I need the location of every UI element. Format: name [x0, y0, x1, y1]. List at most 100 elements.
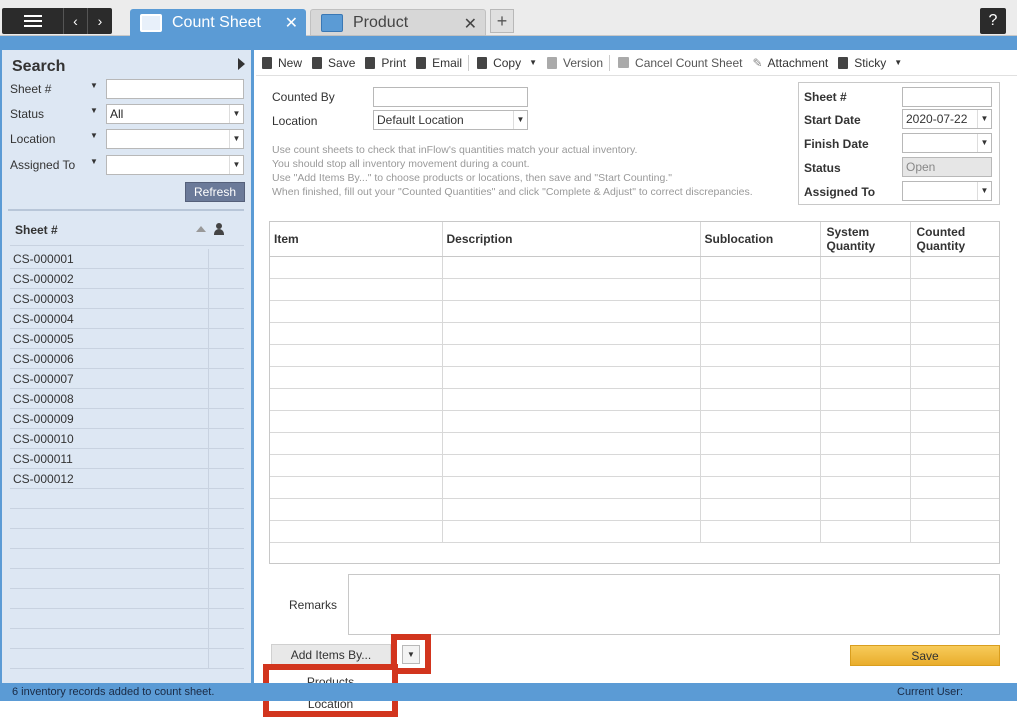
column-header-system-quantity[interactable]: System Quantity — [820, 222, 911, 257]
save-icon — [312, 56, 323, 69]
sort-asc-icon[interactable] — [196, 226, 206, 232]
chevron-down-icon[interactable]: ▼ — [529, 58, 537, 67]
caret-down-icon[interactable]: ▼ — [90, 157, 98, 166]
assigned-select[interactable]: ▼ — [106, 155, 244, 175]
table-row[interactable] — [270, 278, 999, 301]
counted-by-input[interactable] — [373, 87, 528, 107]
table-row[interactable] — [270, 300, 999, 323]
button-label: Email — [432, 55, 463, 70]
sheet-number-input[interactable] — [902, 87, 992, 107]
list-item[interactable]: CS-000005 — [10, 329, 244, 349]
chevron-down-icon[interactable]: ▼ — [977, 110, 991, 128]
start-date-input[interactable]: 2020-07-22 ▼ — [902, 109, 992, 129]
chevron-down-icon[interactable]: ▼ — [977, 134, 991, 152]
collapse-arrow-icon[interactable] — [238, 58, 245, 70]
list-item[interactable]: CS-000007 — [10, 369, 244, 389]
column-header-sublocation[interactable]: Sublocation — [700, 222, 821, 257]
chevron-down-icon[interactable]: ▼ — [977, 182, 991, 200]
sheet-search-input[interactable] — [106, 79, 244, 99]
list-item[interactable]: CS-000001 — [10, 249, 244, 269]
chevron-down-icon[interactable]: ▼ — [513, 111, 527, 129]
chevron-down-icon[interactable]: ▼ — [229, 130, 243, 148]
version-button[interactable]: Version — [547, 56, 603, 70]
list-item[interactable]: CS-000010 — [10, 429, 244, 449]
add-items-dropdown-button[interactable]: ▼ — [402, 645, 420, 664]
table-row[interactable] — [270, 388, 999, 411]
search-title: Search — [12, 58, 66, 75]
caret-down-icon[interactable]: ▼ — [90, 81, 98, 90]
close-icon[interactable]: ✕ — [464, 14, 477, 34]
search-field-sheet: Sheet # ▼ — [10, 79, 246, 99]
search-field-assigned: Assigned To ▼ ▼ — [10, 155, 246, 175]
cancel-count-sheet-button[interactable]: Cancel Count Sheet — [618, 56, 742, 70]
sheet-number: CS-000008 — [13, 392, 74, 406]
status-select[interactable]: All ▼ — [106, 104, 244, 124]
location-select[interactable]: ▼ — [106, 129, 244, 149]
caret-down-icon[interactable]: ▼ — [90, 131, 98, 140]
save-button[interactable]: Save — [850, 645, 1000, 666]
list-item-empty — [10, 529, 244, 549]
forward-button[interactable]: › — [88, 8, 112, 34]
tab-label: Count Sheet — [172, 13, 261, 31]
version-icon — [547, 56, 558, 69]
user-icon[interactable] — [214, 223, 224, 235]
sheet-number: CS-000006 — [13, 352, 74, 366]
refresh-button[interactable]: Refresh — [185, 182, 245, 202]
list-item-empty — [10, 509, 244, 529]
help-button[interactable]: ? — [980, 8, 1006, 34]
add-tab-button[interactable]: + — [490, 9, 514, 33]
tab-product[interactable]: Product ✕ — [310, 9, 486, 36]
tab-count-sheet[interactable]: Count Sheet ✕ — [130, 9, 306, 36]
list-item[interactable]: CS-000011 — [10, 449, 244, 469]
copy-icon — [477, 56, 488, 69]
list-item[interactable]: CS-000008 — [10, 389, 244, 409]
field-label: Location — [10, 132, 56, 146]
sheet-number: CS-000012 — [13, 472, 74, 486]
assigned-to-select[interactable]: ▼ — [902, 181, 992, 201]
column-header-description[interactable]: Description — [442, 222, 701, 257]
hamburger-icon — [23, 15, 42, 27]
remarks-textarea[interactable] — [348, 574, 1000, 635]
list-item[interactable]: CS-000004 — [10, 309, 244, 329]
main-toolbar: New Save Print Email Copy ▼ Version Cance… — [256, 50, 1017, 76]
add-items-button[interactable]: Add Items By... — [271, 644, 391, 666]
tab-label: Product — [353, 13, 409, 31]
chevron-down-icon[interactable]: ▼ — [894, 58, 902, 67]
back-button[interactable]: ‹ — [64, 8, 88, 34]
list-item[interactable]: CS-000012 — [10, 469, 244, 489]
counted-by-label: Counted By — [272, 90, 335, 104]
table-row[interactable] — [270, 322, 999, 345]
sticky-button[interactable]: Sticky ▼ — [838, 56, 902, 70]
table-row[interactable] — [270, 366, 999, 389]
table-row[interactable] — [270, 520, 999, 543]
list-item[interactable]: CS-000003 — [10, 289, 244, 309]
menu-button[interactable] — [2, 8, 64, 34]
table-row[interactable] — [270, 344, 999, 367]
copy-button[interactable]: Copy ▼ — [477, 56, 537, 70]
status-bar: 6 inventory records added to count sheet… — [0, 683, 1017, 701]
attachment-button[interactable]: ✎ Attachment — [752, 56, 828, 70]
sheet-number: CS-000007 — [13, 372, 74, 386]
table-row[interactable] — [270, 410, 999, 433]
table-row[interactable] — [270, 498, 999, 521]
location-select[interactable]: Default Location ▼ — [373, 110, 528, 130]
close-icon[interactable]: ✕ — [285, 13, 298, 33]
table-row[interactable] — [270, 476, 999, 499]
list-item[interactable]: CS-000006 — [10, 349, 244, 369]
save-toolbar-button[interactable]: Save — [312, 56, 355, 70]
table-row[interactable] — [270, 256, 999, 279]
email-button[interactable]: Email — [416, 56, 462, 70]
column-header-item[interactable]: Item — [270, 222, 443, 257]
caret-down-icon[interactable]: ▼ — [90, 106, 98, 115]
table-row[interactable] — [270, 432, 999, 455]
print-button[interactable]: Print — [365, 56, 406, 70]
chevron-down-icon[interactable]: ▼ — [229, 105, 243, 123]
table-row[interactable] — [270, 454, 999, 477]
chevron-down-icon[interactable]: ▼ — [229, 156, 243, 174]
sheet-list-header[interactable]: Sheet # — [10, 216, 244, 246]
finish-date-input[interactable]: ▼ — [902, 133, 992, 153]
new-button[interactable]: New — [262, 56, 302, 70]
list-item[interactable]: CS-000002 — [10, 269, 244, 289]
list-item[interactable]: CS-000009 — [10, 409, 244, 429]
column-header-counted-quantity[interactable]: Counted Quantity — [910, 222, 999, 257]
